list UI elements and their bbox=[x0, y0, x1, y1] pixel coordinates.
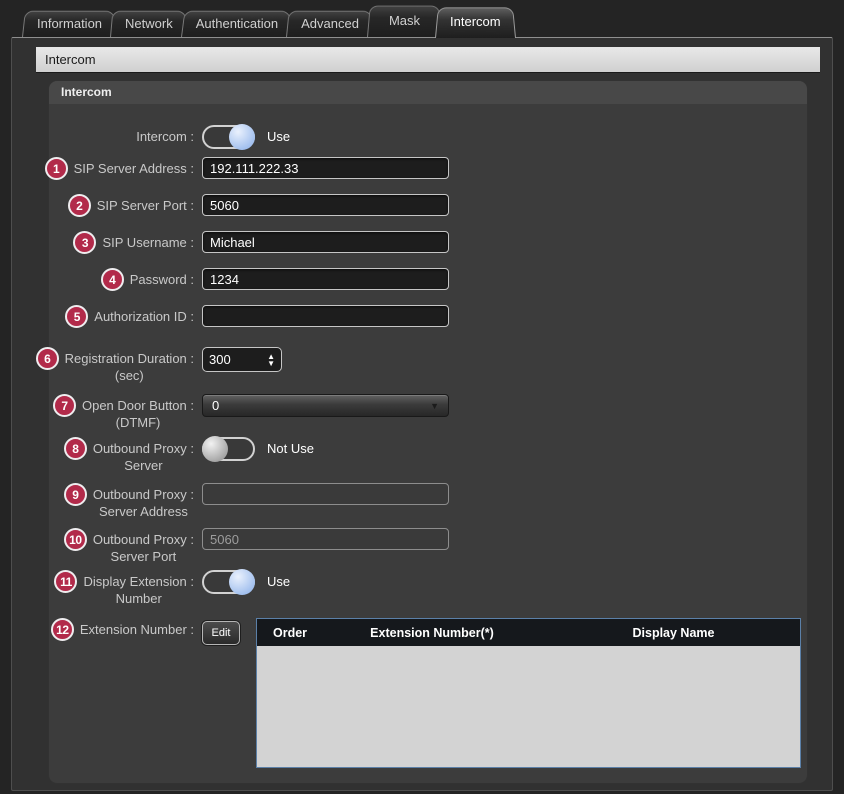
field-label: Intercom : bbox=[136, 125, 194, 145]
registration-duration-spinner: ▲ ▼ bbox=[202, 347, 282, 372]
toggle-knob-icon bbox=[202, 436, 228, 462]
row-sip-server-port: 2 SIP Server Port : bbox=[49, 194, 797, 217]
tab-bar: Information Network Authentication Advan… bbox=[0, 0, 844, 37]
password-input[interactable] bbox=[202, 268, 449, 290]
edit-button[interactable]: Edit bbox=[202, 621, 240, 645]
step-badge: 5 bbox=[65, 305, 88, 328]
field-label: SIP Server Address : bbox=[74, 157, 194, 177]
row-display-extension-number: 11 Display Extension :Number Use bbox=[49, 570, 797, 607]
row-authorization-id: 5 Authorization ID : bbox=[49, 305, 797, 328]
field-label: SIP Server Port : bbox=[97, 194, 194, 214]
step-badge: 7 bbox=[53, 394, 76, 417]
open-door-button-dropdown[interactable]: 0 ▼ bbox=[202, 394, 449, 417]
field-label: Password : bbox=[130, 268, 194, 288]
toggle-knob-icon bbox=[229, 124, 255, 150]
row-sip-username: 3 SIP Username : bbox=[49, 231, 797, 254]
section-title-bar: Intercom bbox=[36, 47, 820, 72]
tab-intercom[interactable]: Intercom bbox=[435, 5, 516, 38]
tab-label: Authentication bbox=[196, 16, 278, 31]
row-open-door-button: 7 Open Door Button :(DTMF) 0 ▼ bbox=[49, 394, 797, 431]
spin-down-icon[interactable]: ▼ bbox=[267, 360, 275, 367]
registration-duration-input[interactable] bbox=[209, 352, 267, 367]
field-label: Outbound Proxy :Server Port bbox=[93, 528, 194, 565]
extension-number-table[interactable]: Order Extension Number(*) Display Name bbox=[256, 618, 801, 768]
tab-label: Network bbox=[125, 16, 173, 31]
step-badge: 12 bbox=[51, 618, 74, 641]
column-header-order: Order bbox=[257, 626, 317, 640]
column-header-extension-number: Extension Number(*) bbox=[317, 626, 547, 640]
step-badge: 8 bbox=[64, 437, 87, 460]
row-outbound-proxy-server: 8 Outbound Proxy :Server Not Use bbox=[49, 437, 797, 474]
step-badge: 4 bbox=[101, 268, 124, 291]
field-label: Open Door Button :(DTMF) bbox=[82, 394, 194, 431]
tab-label: Intercom bbox=[450, 14, 501, 29]
step-badge: 1 bbox=[45, 157, 68, 180]
outbound-proxy-toggle[interactable] bbox=[202, 437, 255, 461]
groupbox-title: Intercom bbox=[49, 81, 807, 104]
intercom-toggle[interactable] bbox=[202, 125, 255, 149]
field-label: Registration Duration :(sec) bbox=[65, 347, 194, 384]
row-outbound-proxy-address: 9 Outbound Proxy :Server Address bbox=[49, 483, 797, 520]
table-body-empty[interactable] bbox=[257, 646, 800, 767]
tab-network[interactable]: Network bbox=[110, 9, 188, 37]
row-sip-server-address: 1 SIP Server Address : bbox=[49, 157, 797, 180]
step-badge: 11 bbox=[54, 570, 77, 593]
tab-content-panel: Intercom Intercom Intercom : Use 1 SIP S… bbox=[11, 37, 833, 791]
field-label: SIP Username : bbox=[102, 231, 194, 251]
sip-username-input[interactable] bbox=[202, 231, 449, 253]
row-registration-duration: 6 Registration Duration :(sec) ▲ ▼ bbox=[49, 347, 797, 384]
field-label: Outbound Proxy :Server Address bbox=[93, 483, 194, 520]
tab-label: Information bbox=[37, 16, 102, 31]
tab-mask[interactable]: Mask bbox=[367, 3, 442, 37]
groupbox-body: Intercom : Use 1 SIP Server Address : 2 … bbox=[49, 104, 807, 768]
row-outbound-proxy-port: 10 Outbound Proxy :Server Port bbox=[49, 528, 797, 565]
tab-advanced[interactable]: Advanced bbox=[286, 9, 374, 37]
toggle-state-label: Not Use bbox=[267, 437, 314, 461]
step-badge: 10 bbox=[64, 528, 87, 551]
field-label: Display Extension :Number bbox=[83, 570, 194, 607]
tab-authentication[interactable]: Authentication bbox=[181, 9, 293, 37]
step-badge: 2 bbox=[68, 194, 91, 217]
table-header-row: Order Extension Number(*) Display Name bbox=[257, 619, 800, 646]
chevron-down-icon: ▼ bbox=[430, 401, 439, 411]
dropdown-selected-value: 0 bbox=[212, 398, 219, 413]
spinner-arrows: ▲ ▼ bbox=[267, 353, 275, 367]
step-badge: 6 bbox=[36, 347, 59, 370]
tab-information[interactable]: Information bbox=[22, 9, 117, 37]
field-label: Extension Number : bbox=[80, 618, 194, 638]
toggle-state-label: Use bbox=[267, 125, 290, 149]
intercom-groupbox: Intercom Intercom : Use 1 SIP Server Add… bbox=[49, 81, 807, 783]
step-badge: 9 bbox=[64, 483, 87, 506]
row-intercom-enable: Intercom : Use bbox=[49, 125, 797, 149]
sip-server-address-input[interactable] bbox=[202, 157, 449, 179]
row-extension-number: 12 Extension Number : Edit Order Extensi… bbox=[49, 618, 797, 768]
field-label: Outbound Proxy :Server bbox=[93, 437, 194, 474]
column-header-display-name: Display Name bbox=[547, 626, 800, 640]
outbound-proxy-address-input bbox=[202, 483, 449, 505]
toggle-knob-icon bbox=[229, 569, 255, 595]
toggle-state-label: Use bbox=[267, 570, 290, 594]
outbound-proxy-port-input bbox=[202, 528, 449, 550]
field-label: Authorization ID : bbox=[94, 305, 194, 325]
authorization-id-input[interactable] bbox=[202, 305, 449, 327]
tab-label: Mask bbox=[389, 13, 420, 28]
step-badge: 3 bbox=[73, 231, 96, 254]
sip-server-port-input[interactable] bbox=[202, 194, 449, 216]
display-extension-toggle[interactable] bbox=[202, 570, 255, 594]
tab-label: Advanced bbox=[301, 16, 359, 31]
row-password: 4 Password : bbox=[49, 268, 797, 291]
